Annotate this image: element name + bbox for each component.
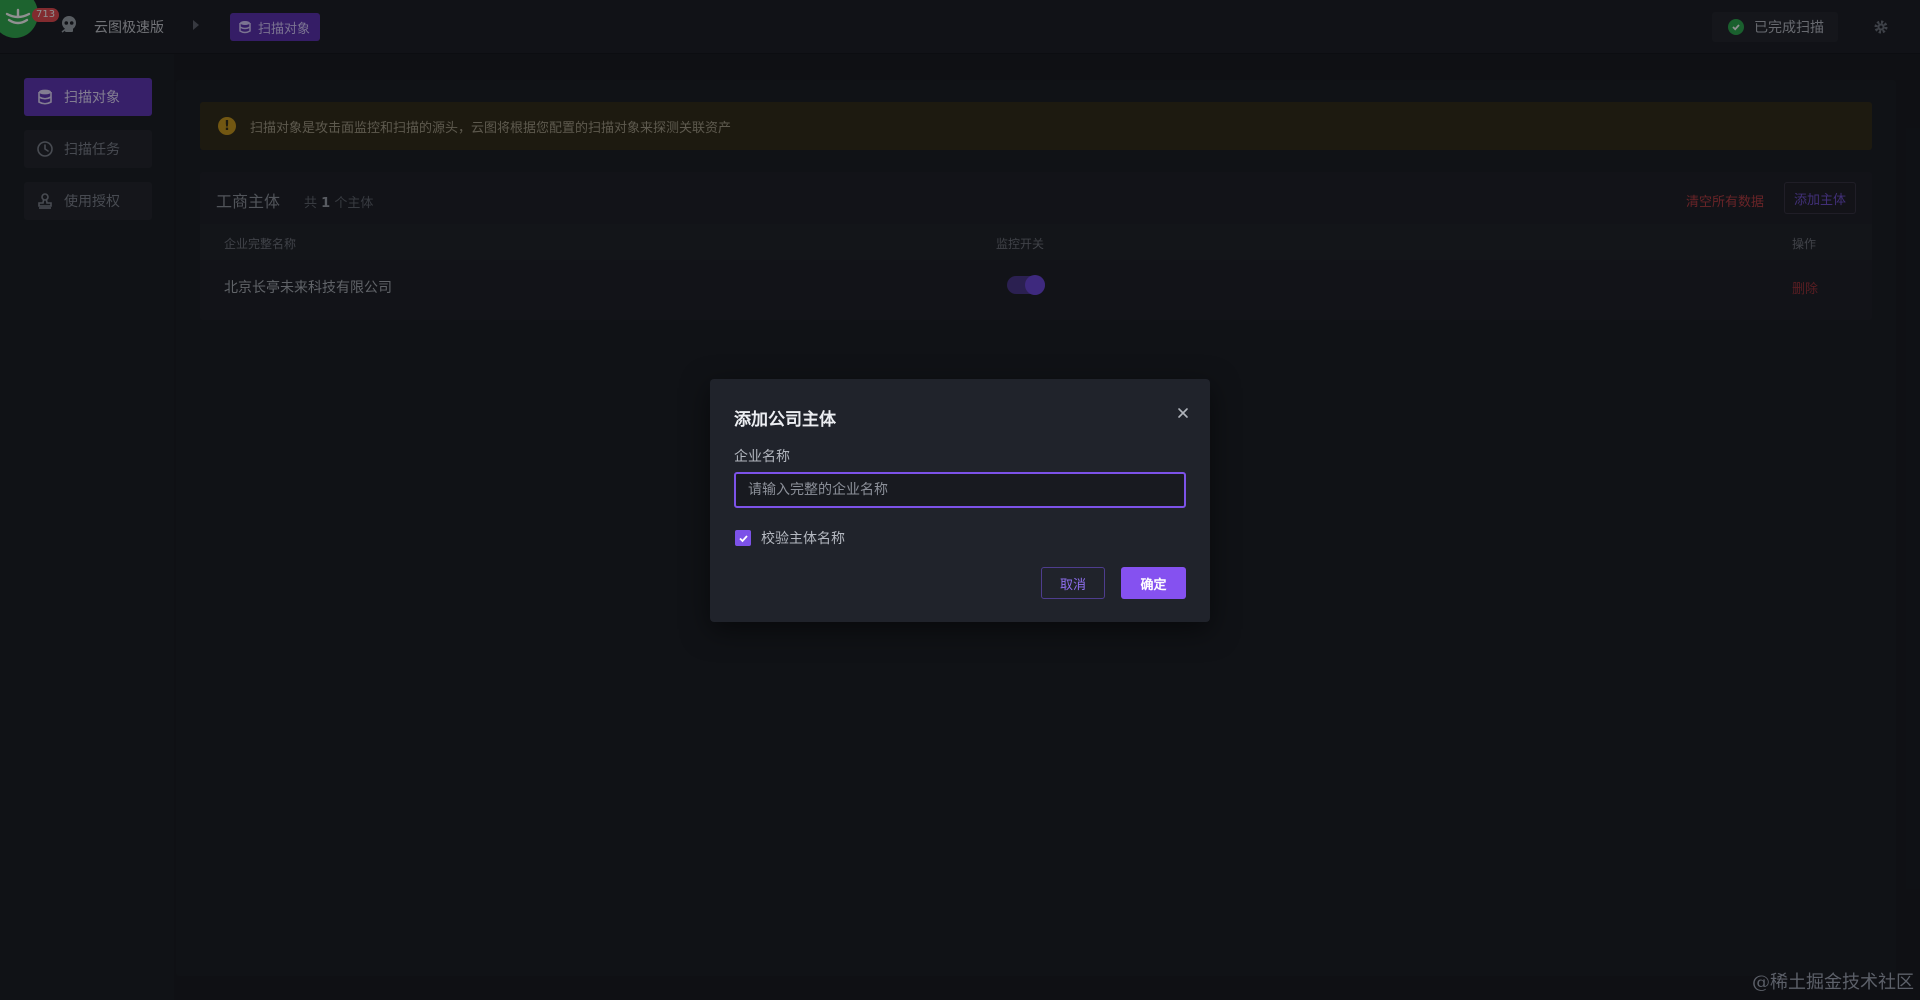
confirm-button[interactable]: 确定: [1121, 567, 1186, 599]
close-icon[interactable]: [1175, 405, 1191, 421]
checkbox-checked-icon[interactable]: [735, 530, 751, 546]
watermark: @稀土掘金技术社区: [1752, 972, 1914, 993]
company-name-input[interactable]: [734, 472, 1186, 508]
cancel-button[interactable]: 取消: [1041, 567, 1105, 599]
checkbox-label: 校验主体名称: [761, 531, 845, 547]
dialog-title: 添加公司主体: [734, 410, 836, 430]
validate-name-option[interactable]: 校验主体名称: [735, 528, 845, 548]
app-root: 713 云图极速版 扫描对象 已完成扫描 扫描对象 扫描任务 使用授权 ! 扫描…: [0, 0, 1920, 1000]
company-name-label: 企业名称: [734, 449, 790, 465]
add-company-dialog: 添加公司主体 企业名称 校验主体名称 取消 确定: [710, 379, 1210, 622]
